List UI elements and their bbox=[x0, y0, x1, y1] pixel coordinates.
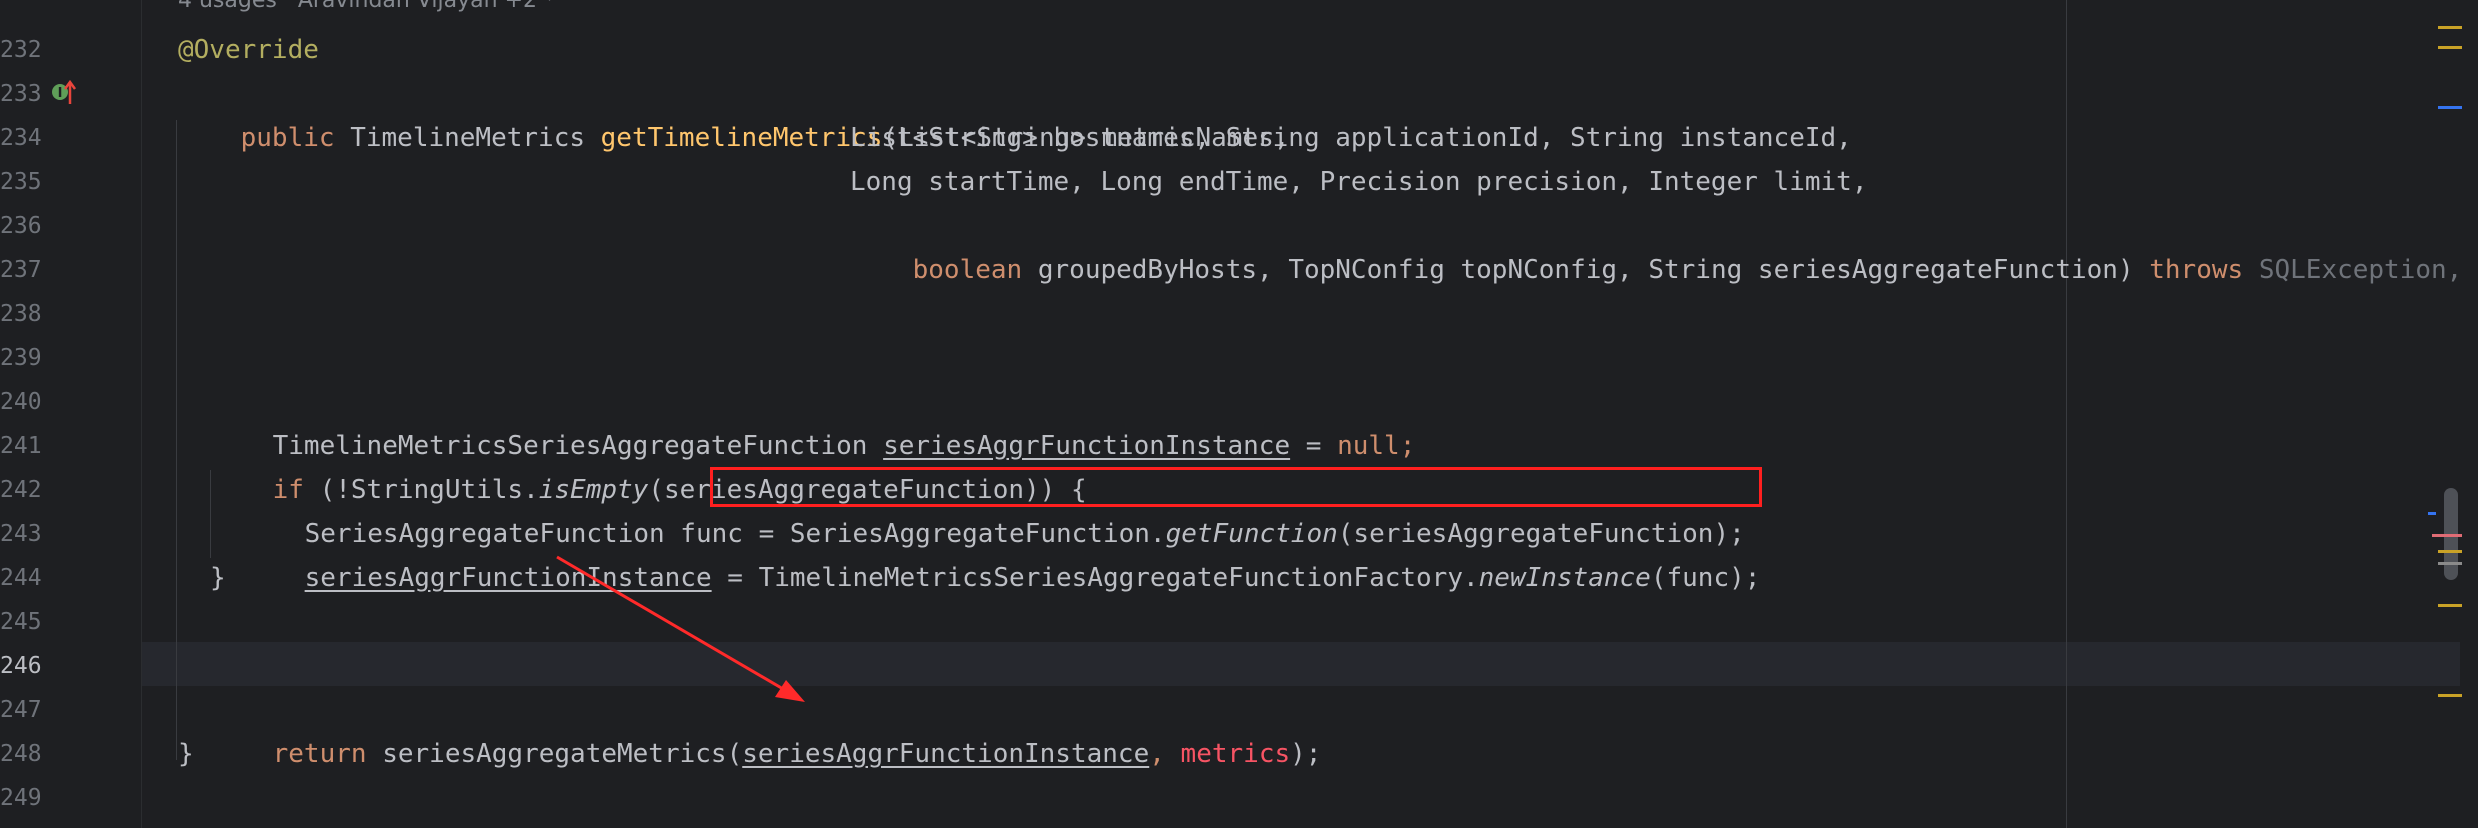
warning-marker[interactable] bbox=[2438, 604, 2462, 607]
marker[interactable] bbox=[2438, 562, 2462, 565]
annotation-arrow bbox=[556, 555, 805, 702]
code-editor[interactable]: 232 233 234 235 236 237 238 239 240 241 … bbox=[0, 0, 2478, 828]
scrollbar[interactable] bbox=[2430, 0, 2478, 828]
warning-marker[interactable] bbox=[2438, 694, 2462, 697]
warning-marker[interactable] bbox=[2438, 26, 2462, 29]
warning-marker[interactable] bbox=[2438, 46, 2462, 49]
warning-marker[interactable] bbox=[2438, 550, 2462, 553]
info-marker[interactable] bbox=[2438, 106, 2462, 109]
info-marker[interactable] bbox=[2428, 512, 2436, 515]
error-marker[interactable] bbox=[2432, 534, 2462, 537]
